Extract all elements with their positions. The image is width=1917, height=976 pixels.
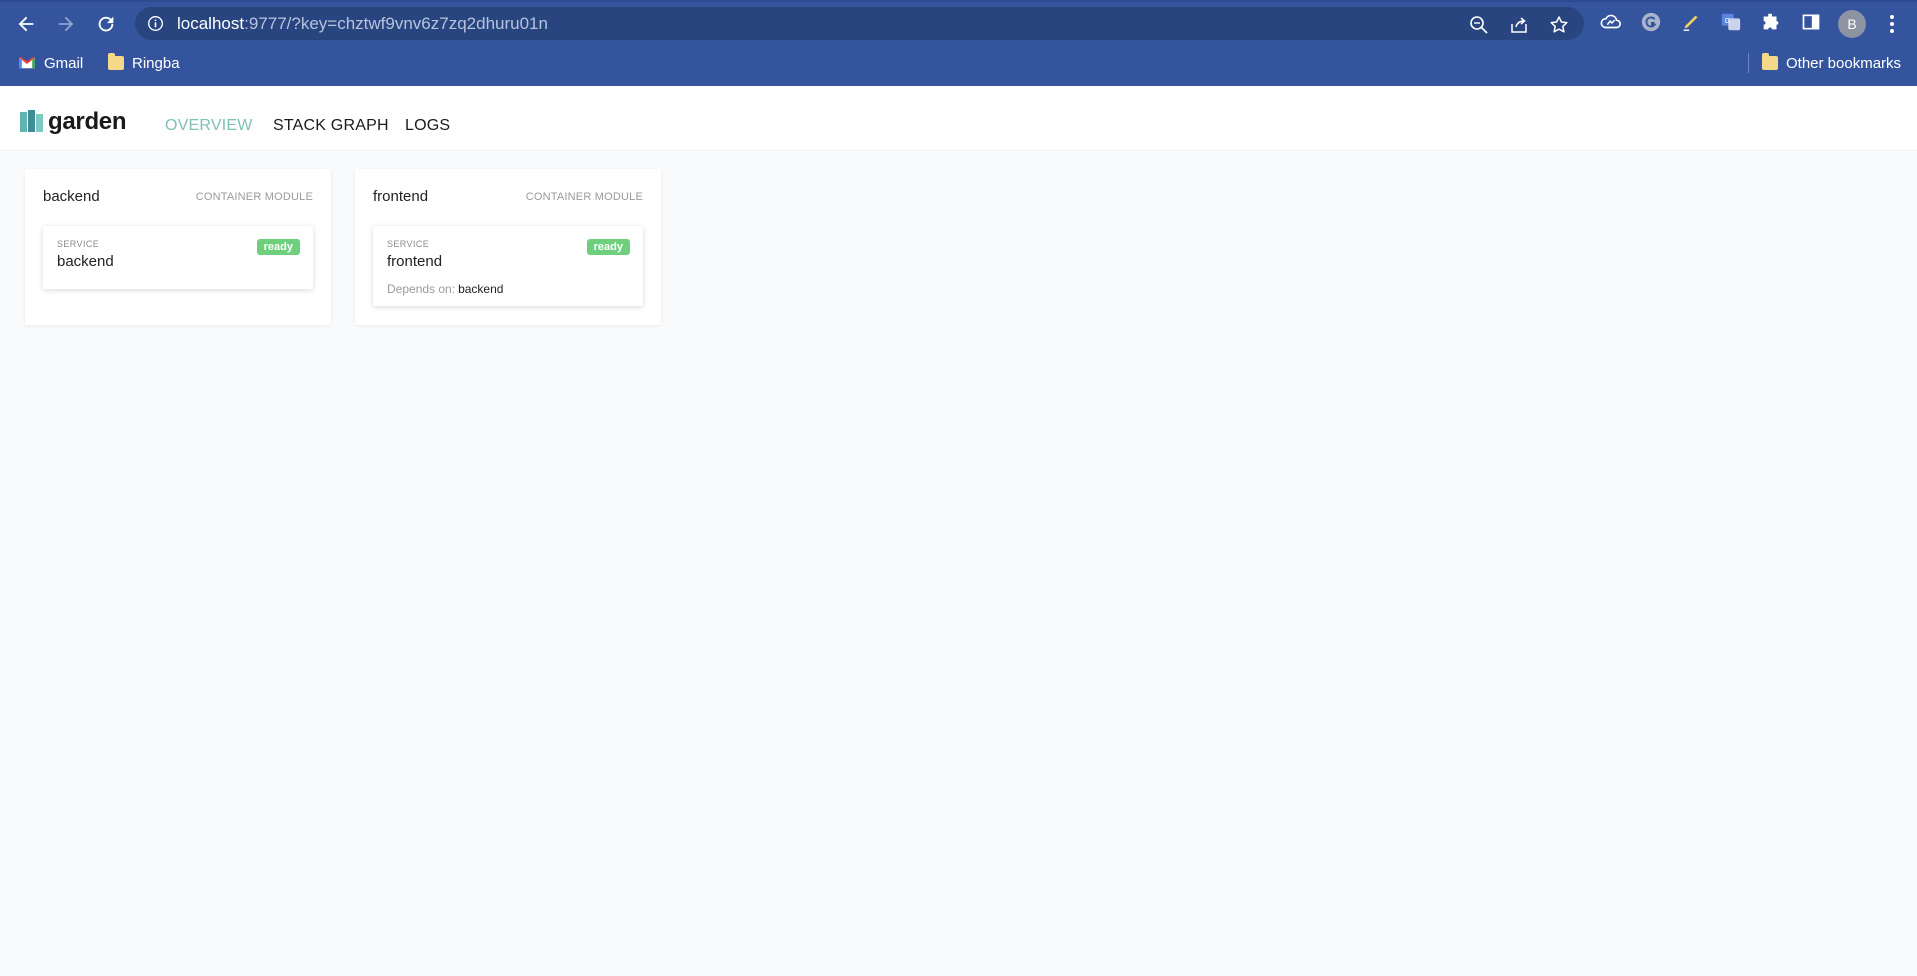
garden-logo[interactable]: garden <box>20 108 127 136</box>
arrow-left-icon <box>18 16 34 32</box>
star-icon[interactable] <box>1549 15 1569 35</box>
service-card-frontend[interactable]: SERVICE frontend ready Depends on: backen… <box>373 226 643 306</box>
tab-logs[interactable]: LOGS <box>405 117 450 135</box>
url-path: :9777/?key=chztwf9vnv6z7zq2dhuru01n <box>244 14 548 33</box>
browser-menu-icon[interactable] <box>1882 10 1902 38</box>
service-name: backend <box>57 253 114 270</box>
gmail-icon <box>19 56 35 69</box>
module-name: frontend <box>373 188 429 205</box>
depends-label: Depends on: <box>387 282 456 296</box>
status-badge: ready <box>256 239 300 255</box>
service-card-backend[interactable]: SERVICE backend ready <box>43 226 313 289</box>
depends-on: Depends on: backend <box>387 282 503 296</box>
module-card-backend: backend CONTAINER MODULE SERVICE backend… <box>25 169 331 325</box>
side-panel-icon[interactable] <box>1799 10 1823 34</box>
arrow-right-icon <box>58 16 74 32</box>
svg-text:G: G <box>1725 16 1731 25</box>
forward-button[interactable] <box>52 10 80 38</box>
bookmark-label: Gmail <box>44 54 84 72</box>
service-label: SERVICE <box>387 239 430 249</box>
module-card-frontend: frontend CONTAINER MODULE SERVICE fronte… <box>355 169 661 325</box>
share-icon[interactable] <box>1509 15 1529 35</box>
logo-text: garden <box>48 108 127 135</box>
cloud-extension-icon[interactable] <box>1599 10 1623 34</box>
bookmark-gmail[interactable]: Gmail <box>18 52 83 74</box>
grammarly-icon[interactable] <box>1639 10 1663 34</box>
address-bar[interactable]: localhost:9777/?key=chztwf9vnv6z7zq2dhur… <box>135 7 1584 40</box>
garden-logo-icon <box>20 110 43 132</box>
module-type: CONTAINER MODULE <box>195 191 313 203</box>
url-text[interactable]: localhost:9777/?key=chztwf9vnv6z7zq2dhur… <box>177 14 548 34</box>
url-host: localhost <box>177 14 245 33</box>
other-bookmarks-label: Other bookmarks <box>1786 54 1902 72</box>
module-type: CONTAINER MODULE <box>525 191 643 203</box>
status-badge: ready <box>586 239 630 255</box>
app-header: garden OVERVIEW STACK GRAPH LOGS <box>0 86 1917 151</box>
back-button[interactable] <box>12 10 40 38</box>
tab-stack-graph[interactable]: STACK GRAPH <box>273 117 389 135</box>
puzzle-extensions-icon[interactable] <box>1759 10 1783 34</box>
tab-overview[interactable]: OVERVIEW <box>165 117 253 135</box>
reload-button[interactable] <box>92 10 120 38</box>
dependency-link[interactable]: backend <box>458 282 503 296</box>
profile-avatar[interactable]: B <box>1838 10 1866 38</box>
zoom-icon[interactable] <box>1469 15 1489 35</box>
module-name: backend <box>43 188 100 205</box>
other-bookmarks[interactable]: Other bookmarks <box>1762 52 1901 74</box>
highlighter-icon[interactable] <box>1679 10 1703 34</box>
translate-icon[interactable]: G <box>1719 10 1743 34</box>
service-name: frontend <box>387 253 443 270</box>
reload-icon <box>98 16 114 32</box>
folder-icon <box>1762 53 1778 70</box>
bookmark-ringba[interactable]: Ringba <box>108 52 180 74</box>
folder-icon <box>108 53 124 70</box>
browser-chrome: localhost:9777/?key=chztwf9vnv6z7zq2dhur… <box>0 0 1917 86</box>
bookmark-label: Ringba <box>132 54 180 72</box>
window-top-edge <box>0 0 1917 2</box>
service-label: SERVICE <box>57 239 100 249</box>
bookmarks-divider <box>1748 53 1749 73</box>
info-icon[interactable] <box>147 15 164 32</box>
